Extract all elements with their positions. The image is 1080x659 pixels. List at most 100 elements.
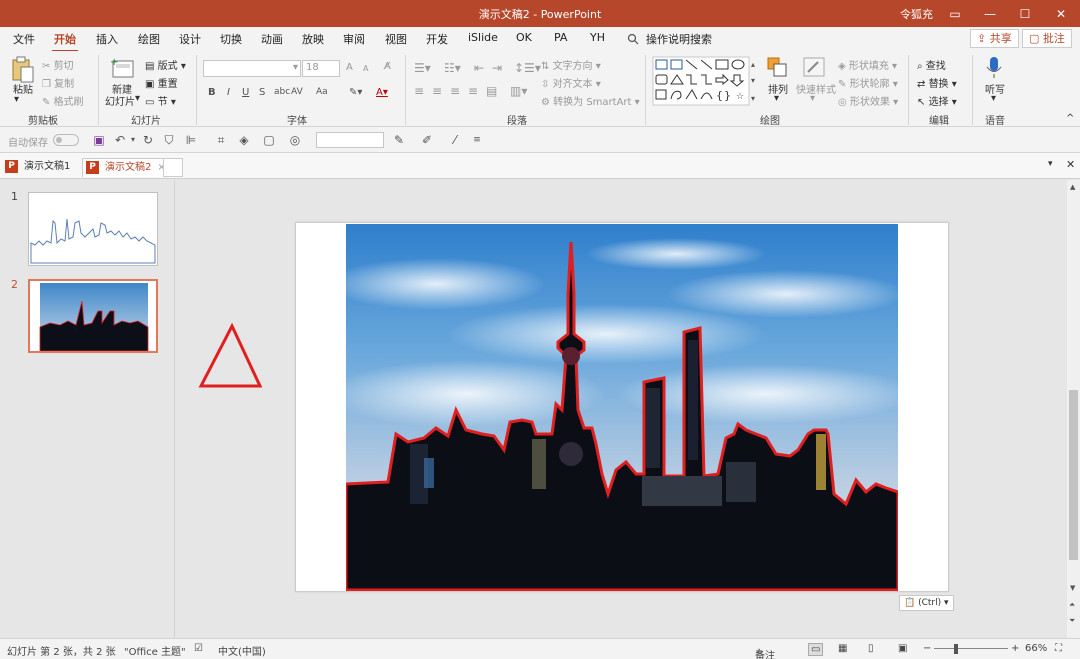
pen-icon[interactable]: ✐ [420, 133, 434, 147]
autosave-toggle[interactable] [53, 134, 79, 146]
tab-list-dropdown-icon[interactable]: ▾ [1048, 159, 1053, 169]
quick-styles-icon[interactable] [802, 56, 826, 78]
fill-icon[interactable]: ◈ [237, 133, 251, 147]
collapse-ribbon-icon[interactable]: ^ [1066, 113, 1074, 124]
crop-icon[interactable]: ⌗ [214, 133, 228, 147]
slide-thumbnail-1[interactable] [28, 192, 158, 266]
normal-view-icon[interactable]: ▭ [808, 643, 824, 656]
zoom-slider[interactable] [934, 648, 1008, 649]
font-size-select[interactable]: 18 [302, 60, 340, 77]
scroll-down-icon[interactable]: ▼ [1070, 584, 1075, 592]
maximize-button[interactable]: ☐ [1008, 0, 1042, 27]
find-button[interactable]: ⌕ 查找 [917, 57, 946, 72]
select-button[interactable]: ↖ 选择 ▾ [917, 93, 957, 108]
user-name[interactable]: 令狐充 [900, 6, 933, 22]
justify-icon[interactable]: ≡ [468, 84, 478, 98]
customize-qat-icon[interactable]: ≡ [470, 133, 484, 147]
tab-slideshow[interactable]: 放映 [300, 31, 326, 47]
shape-fill-button[interactable]: ◈ 形状填充 ▾ [838, 57, 897, 72]
tab-design[interactable]: 设计 [177, 31, 203, 47]
arrange-icon[interactable] [766, 56, 788, 78]
share-button[interactable]: ⇪ 共享 [970, 29, 1019, 48]
doc-tab-1[interactable]: P 演示文稿1 [2, 158, 76, 177]
zoom-in-icon[interactable]: + [1011, 643, 1019, 654]
tab-pa[interactable]: PA [552, 31, 569, 44]
underline-button[interactable]: U [242, 87, 249, 98]
new-slide-icon[interactable]: + [110, 56, 136, 80]
paste-dropdown-icon[interactable]: ▾ [14, 94, 19, 105]
shrink-font-button[interactable]: A [363, 64, 368, 73]
line-spacing-icon[interactable]: ↕☰▾ [514, 61, 541, 75]
replace-button[interactable]: ⇄ 替换 ▾ [917, 75, 957, 90]
quick-styles-dropdown-icon[interactable]: ▾ [810, 93, 815, 104]
shape-effects-button[interactable]: ◎ 形状效果 ▾ [838, 93, 898, 108]
change-case-button[interactable]: Aa [316, 87, 328, 97]
previous-slide-icon[interactable]: ⏶ [1069, 600, 1075, 610]
align-text-button[interactable]: ⇳ 对齐文本 ▾ [541, 75, 601, 90]
shapes-gallery[interactable]: { } ☆ ▴ ▾ ▾ [652, 56, 760, 106]
doc-tab-2[interactable]: P 演示文稿2 × [82, 158, 173, 177]
copy-button[interactable]: ❐ 复制 [42, 75, 74, 90]
tab-islide[interactable]: iSlide [466, 31, 500, 44]
grow-font-button[interactable]: A [346, 62, 353, 73]
tab-insert[interactable]: 插入 [94, 31, 120, 47]
save-icon[interactable]: ▣ [92, 133, 106, 147]
reading-view-icon[interactable]: ▯ [868, 643, 874, 654]
tab-draw[interactable]: 绘图 [136, 31, 162, 47]
undo-icon[interactable]: ↶ [113, 133, 127, 147]
slide-sorter-icon[interactable]: ▦ [838, 643, 847, 654]
minimize-button[interactable]: — [973, 0, 1007, 27]
paste-options-button[interactable]: 📋 (Ctrl) ▾ [899, 595, 954, 611]
slideshow-view-icon[interactable]: ▣ [898, 643, 907, 654]
dictate-dropdown-icon[interactable]: ▾ [991, 93, 996, 104]
increase-indent-icon[interactable]: ⇥ [492, 61, 502, 75]
comments-button[interactable]: ▢ 批注 [1022, 29, 1072, 48]
strikethrough-icon[interactable]: abc [274, 87, 290, 97]
close-document-icon[interactable]: ✕ [1066, 158, 1075, 171]
paste-icon[interactable] [11, 56, 35, 84]
tab-developer[interactable]: 开发 [424, 31, 450, 47]
smartart-button[interactable]: ⚙ 转换为 SmartArt ▾ [541, 93, 640, 108]
numbering-icon[interactable]: ☷▾ [444, 61, 461, 75]
align-left-icon[interactable]: ≡ [414, 84, 424, 98]
accessibility-icon[interactable]: ☑ [194, 643, 203, 654]
cut-button[interactable]: ✂ 剪切 [42, 57, 74, 72]
qat-font-select[interactable] [316, 132, 384, 148]
decrease-indent-icon[interactable]: ⇤ [474, 61, 484, 75]
align-center-icon[interactable]: ≡ [432, 84, 442, 98]
section-button[interactable]: ▭ 节 ▾ [145, 93, 176, 108]
align-right-icon[interactable]: ≡ [450, 84, 460, 98]
tab-home[interactable]: 开始 [52, 31, 78, 52]
zoom-slider-thumb[interactable] [954, 644, 958, 654]
columns-icon[interactable]: ▥▾ [510, 84, 527, 98]
scroll-up-icon[interactable]: ▲ [1070, 183, 1075, 191]
quick-styles-button[interactable]: 快速样式 [796, 81, 836, 96]
layout-button[interactable]: ▤ 版式 ▾ [145, 57, 186, 72]
reset-button[interactable]: ▣ 重置 [145, 75, 178, 90]
next-slide-icon[interactable]: ⏷ [1069, 616, 1075, 626]
char-spacing-button[interactable]: AV [291, 87, 303, 97]
present-icon[interactable]: ⛉ [162, 133, 176, 147]
new-tab-button[interactable] [163, 158, 183, 177]
microphone-icon[interactable] [985, 56, 1003, 80]
distributed-icon[interactable]: ▤ [486, 84, 497, 98]
font-name-select[interactable] [203, 60, 301, 77]
bullets-icon[interactable]: ☰▾ [414, 61, 431, 75]
shape-outline-button[interactable]: ✎ 形状轮廓 ▾ [838, 75, 898, 90]
skyline-photo[interactable] [346, 224, 898, 591]
new-slide-dropdown-icon[interactable]: ▾ [135, 93, 140, 104]
tab-review[interactable]: 审阅 [341, 31, 367, 47]
italic-button[interactable]: I [227, 87, 230, 98]
zoom-level[interactable]: 66% [1025, 643, 1047, 654]
fit-to-window-icon[interactable]: ⛶ [1055, 643, 1062, 654]
tab-view[interactable]: 视图 [383, 31, 409, 47]
vertical-scrollbar[interactable]: ▲ ▼ ⏶ ⏷ [1067, 180, 1080, 638]
tab-transitions[interactable]: 切换 [218, 31, 244, 47]
text-direction-button[interactable]: ⇅ 文字方向 ▾ [541, 57, 601, 72]
format-painter-button[interactable]: ✎ 格式刷 [42, 93, 84, 108]
triangle-shape[interactable] [196, 320, 266, 392]
bold-button[interactable]: B [208, 87, 216, 98]
zoom-out-icon[interactable]: − [923, 643, 931, 654]
language-status[interactable]: 中文(中国) [218, 643, 266, 658]
outline-icon[interactable]: ▢ [262, 133, 276, 147]
